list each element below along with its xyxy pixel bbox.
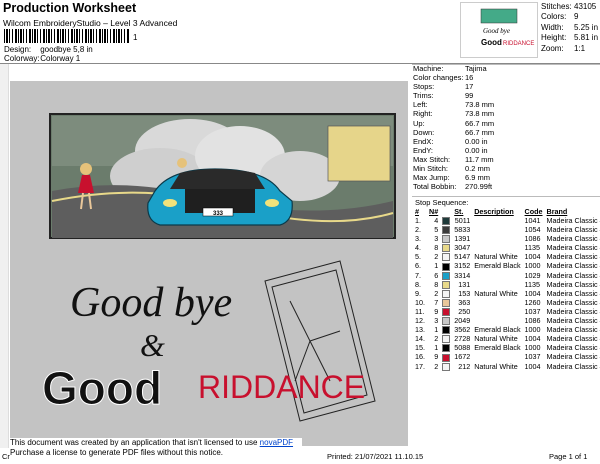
color-swatch [442, 344, 451, 353]
table-row: 11.92501037Madeira Classic 40 [415, 306, 600, 317]
color-swatch [442, 244, 451, 253]
color-swatch [442, 226, 451, 235]
color-swatch [442, 353, 451, 362]
page-title: Production Worksheet [3, 1, 137, 15]
detail-row: Color changes: 16 [413, 73, 474, 83]
goodbye-text: Good bye [70, 280, 232, 326]
detail-row: Left: 73.8 mm [413, 100, 495, 110]
barcode [4, 29, 130, 43]
design-stats: Stitches: 43105 Colors: 9 Width: 5.25 in He… [541, 2, 598, 54]
table-row: 5. 2 5147 Natural White 1004 Madeira Classic … [415, 252, 600, 262]
stat-zoom: Zoom: 1:1 [541, 43, 586, 53]
stat-colors: Colors: 9 [541, 12, 579, 22]
table-row: 12.320491086Madeira Classic 40 [415, 316, 600, 326]
col-description: Description [474, 207, 514, 216]
color-swatch [442, 308, 451, 317]
detail-row: Down: 66.7 mm [413, 127, 495, 137]
svg-text:Good bye: Good bye [483, 27, 510, 35]
stop-sequence-table: # N# St. Description Code Brand 1. 4 5011 1… [413, 207, 600, 371]
colorway-value: Colorway 1 [40, 54, 81, 63]
sequence-divider [412, 196, 600, 197]
col-code: Code [524, 207, 543, 216]
good-text: Good [42, 362, 162, 414]
color-swatch [442, 317, 451, 326]
stat-height: Height: 5.81 in [541, 33, 599, 43]
table-row: 10.73631260Madeira Classic 40 [415, 297, 600, 307]
detail-row: Right: 73.8 mm [413, 109, 495, 119]
table-row: 13. 1 3562 Emerald Black 1000 Madeira Classic… [415, 325, 600, 335]
table-header-row: # N# St. Description Code Brand [413, 207, 600, 216]
colorway-label: Colorway: [4, 54, 40, 63]
col-needle: N# [429, 207, 439, 216]
software-name: Wilcom EmbroideryStudio – Level 3 Advanc… [3, 18, 178, 28]
detail-row: EndX: 0.00 in [413, 136, 488, 146]
table-row: 4.830471135Madeira Classic 40 [415, 243, 600, 253]
color-swatch [442, 253, 451, 262]
detail-row: Up: 66.7 mm [413, 118, 495, 128]
color-swatch [442, 289, 451, 298]
design-thumbnail: Good bye Good RIDDANCE [460, 2, 538, 58]
table-row: 8.81311135Madeira Classic 40 [415, 279, 600, 289]
scene-patch: 333 [49, 113, 396, 239]
detail-row: EndY: 0.00 in [413, 145, 488, 155]
color-swatch [442, 326, 451, 335]
design-row: Design: goodbye 5,8 in [4, 45, 93, 54]
table-row: 3.313911086Madeira Classic 40 [415, 234, 600, 244]
printed-timestamp: Printed: 21/07/2021 11.10.15 [327, 452, 424, 461]
col-stitches: St. [454, 207, 464, 216]
left-margin [0, 64, 9, 448]
table-row: 9.2153Natural White1004Madeira Classic 4… [415, 288, 600, 298]
color-swatch [442, 262, 451, 271]
detail-row: Total Bobbin: 270.99ft [413, 182, 493, 192]
machine-details: Machine: Tajima Color changes: 16 Stops: 17 Tr… [413, 64, 494, 191]
barcode-suffix: 1 [133, 33, 138, 42]
detail-row: Machine: Tajima [413, 64, 487, 73]
license-plate: 333 [213, 211, 224, 217]
detail-row: Stops: 17 [413, 82, 474, 92]
svg-text:Good: Good [481, 38, 502, 47]
design-value: goodbye 5,8 in [40, 45, 93, 54]
color-swatch [442, 362, 451, 371]
color-swatch [442, 217, 451, 226]
ampersand-text: & [140, 327, 165, 363]
table-row: 7.633141029Madeira Classic 40 [415, 270, 600, 280]
color-swatch [442, 280, 451, 289]
license-notice: This document was created by an applicat… [10, 438, 302, 460]
svg-text:RIDDANCE: RIDDANCE [503, 41, 534, 47]
stat-stitches: Stitches: 43105 [541, 2, 597, 11]
riddance-text: RIDDANCE [198, 369, 365, 405]
detail-row: Max Jump: 6.9 mm [413, 173, 491, 183]
stat-width: Width: 5.25 in [541, 22, 599, 32]
table-row: 17. 2 212 Natural White 1004 Madeira Classic … [415, 361, 600, 371]
col-index: # [415, 207, 419, 216]
detail-row: Min Stitch: 0.2 mm [413, 164, 491, 174]
table-row: 1.450111041Madeira Classic 40 [415, 216, 600, 226]
detail-row: Trims: 99 [413, 91, 474, 101]
stop-sequence-title: Stop Sequence: [415, 198, 469, 207]
detail-row: Max Stitch: 11.7 mm [413, 154, 494, 164]
colorway-row: Colorway: Colorway 1 [4, 54, 80, 63]
color-swatch [442, 335, 451, 344]
color-swatch [442, 271, 451, 280]
table-row: 14. 2 2728 Natural White 1004 Madeira Classic… [415, 334, 600, 344]
table-row: 16.916721037Madeira Classic 40 [415, 352, 600, 362]
design-artwork: 333 Good bye & Good RIDDANCE [42, 113, 396, 422]
footer-cr: Cr [2, 452, 10, 461]
novapdf-link[interactable]: novaPDF [260, 438, 293, 447]
table-row: 2.558331054Madeira Classic 40 [415, 225, 600, 235]
table-row: 15. 1 5088 Emerald Black 1000 Madeira Classic… [415, 343, 600, 353]
color-swatch [442, 298, 451, 307]
design-label: Design: [4, 45, 32, 54]
design-canvas: 333 Good bye & Good RIDDANCE [10, 81, 408, 446]
table-row: 6. 1 3152 Emerald Black 1000 Madeira Classic … [415, 261, 600, 271]
color-swatch [442, 235, 451, 244]
page-indicator: Page 1 of 1 [549, 452, 588, 461]
col-brand: Brand [546, 207, 568, 216]
